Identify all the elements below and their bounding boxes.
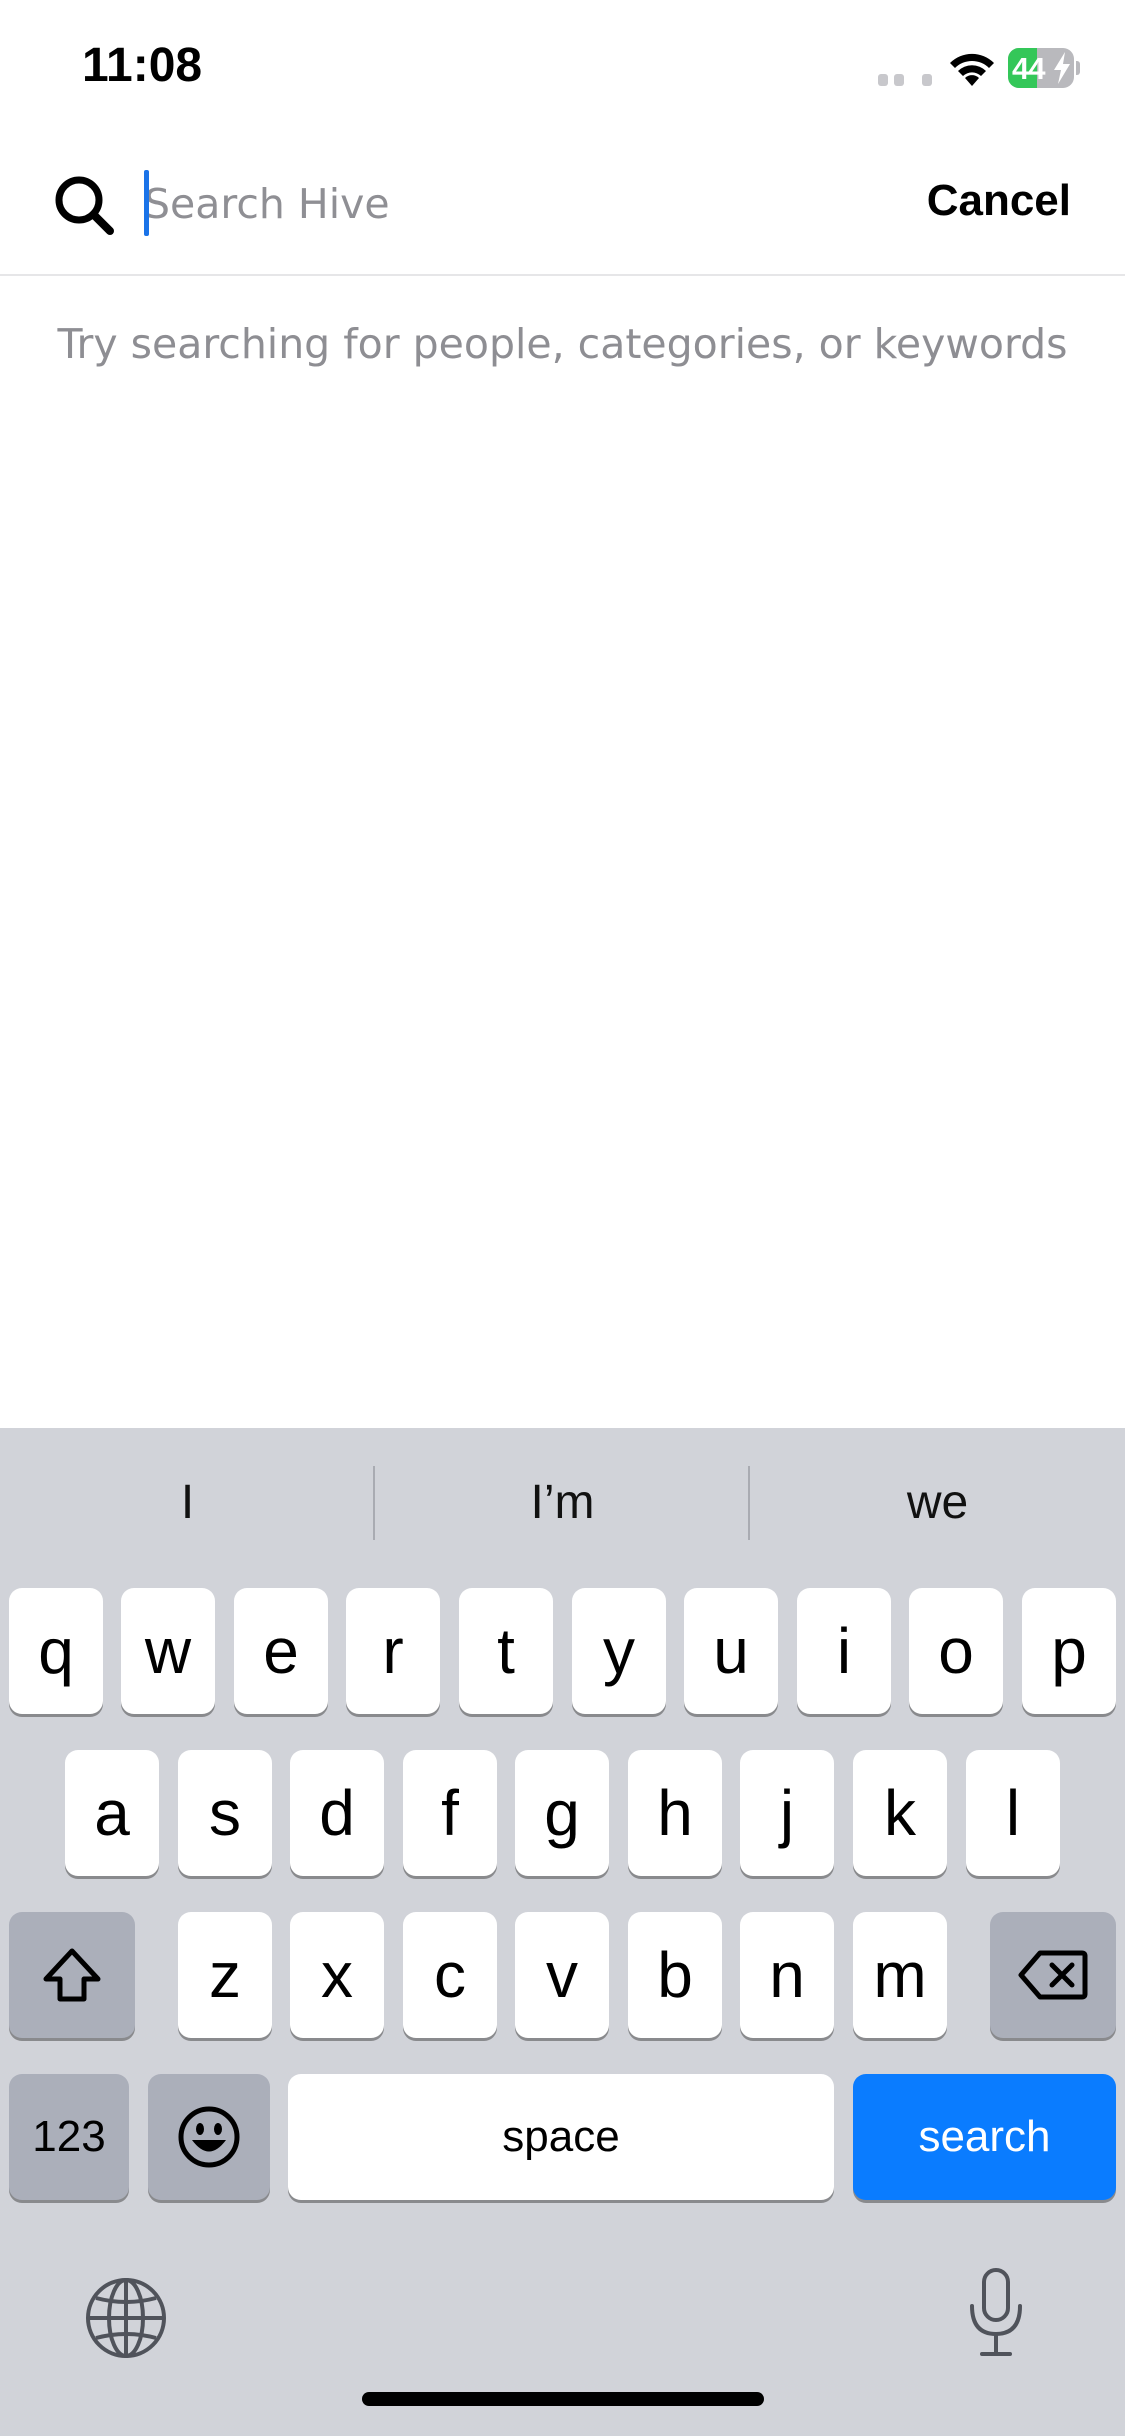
key-s[interactable]: s [178, 1750, 272, 1876]
space-key[interactable]: space [288, 2074, 834, 2200]
numbers-key[interactable]: 123 [9, 2074, 129, 2200]
emoji-key[interactable] [148, 2074, 270, 2200]
suggestion-bar: I I’m we [0, 1428, 1125, 1578]
key-e[interactable]: e [234, 1588, 328, 1714]
key-g[interactable]: g [515, 1750, 609, 1876]
key-k[interactable]: k [853, 1750, 947, 1876]
key-z[interactable]: z [178, 1912, 272, 2038]
shift-key[interactable] [9, 1912, 135, 2038]
search-hint: Try searching for people, categories, or… [57, 320, 1068, 368]
key-o[interactable]: o [909, 1588, 1003, 1714]
key-n[interactable]: n [740, 1912, 834, 2038]
search-key[interactable]: search [853, 2074, 1116, 2200]
wifi-icon [950, 53, 994, 86]
charging-bolt-icon [1054, 52, 1070, 84]
backspace-key[interactable] [990, 1912, 1116, 2038]
search-icon [55, 176, 114, 235]
key-x[interactable]: x [290, 1912, 384, 2038]
battery-level: 44 [1012, 51, 1045, 86]
search-header: Cancel [0, 140, 1125, 276]
key-v[interactable]: v [515, 1912, 609, 2038]
suggestion-3[interactable]: we [750, 1428, 1125, 1578]
key-t[interactable]: t [459, 1588, 553, 1714]
key-j[interactable]: j [740, 1750, 834, 1876]
key-d[interactable]: d [290, 1750, 384, 1876]
key-m[interactable]: m [853, 1912, 947, 2038]
key-p[interactable]: p [1022, 1588, 1116, 1714]
globe-icon[interactable] [84, 2276, 168, 2360]
shift-icon [43, 1948, 101, 2002]
text-caret [144, 170, 149, 236]
key-c[interactable]: c [403, 1912, 497, 2038]
home-indicator [362, 2392, 764, 2406]
status-bar: 11:08 44 [0, 0, 1125, 140]
backspace-icon [1018, 1950, 1088, 2000]
key-a[interactable]: a [65, 1750, 159, 1876]
key-h[interactable]: h [628, 1750, 722, 1876]
key-f[interactable]: f [403, 1750, 497, 1876]
key-r[interactable]: r [346, 1588, 440, 1714]
keyboard: I I’m we q w e r t y u i o p a s d f g h… [0, 1428, 1125, 2436]
key-b[interactable]: b [628, 1912, 722, 2038]
key-u[interactable]: u [684, 1588, 778, 1714]
suggestion-1[interactable]: I [0, 1428, 375, 1578]
signal-icon [878, 74, 932, 86]
key-q[interactable]: q [9, 1588, 103, 1714]
search-input[interactable] [142, 164, 842, 244]
key-l[interactable]: l [966, 1750, 1060, 1876]
cancel-button[interactable]: Cancel [927, 176, 1071, 226]
battery-icon: 44 [1008, 48, 1080, 88]
key-i[interactable]: i [797, 1588, 891, 1714]
suggestion-2[interactable]: I’m [375, 1428, 750, 1578]
key-y[interactable]: y [572, 1588, 666, 1714]
microphone-icon[interactable] [966, 2266, 1026, 2358]
key-w[interactable]: w [121, 1588, 215, 1714]
emoji-icon [178, 2106, 240, 2168]
status-time: 11:08 [82, 39, 203, 92]
